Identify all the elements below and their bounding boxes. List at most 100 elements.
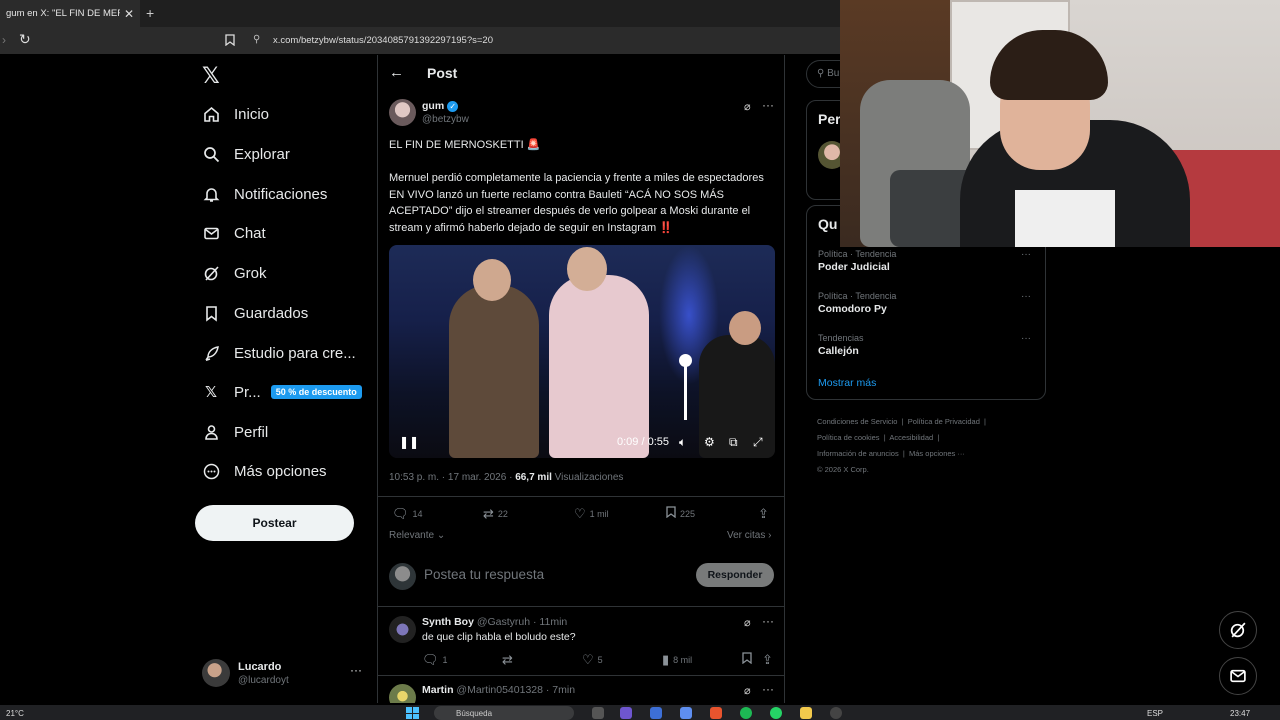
- brave-icon[interactable]: [710, 707, 722, 719]
- more-icon[interactable]: ···: [350, 663, 362, 677]
- sort-replies-dropdown[interactable]: Relevante ⌄: [389, 530, 445, 541]
- trends-title: Qu: [818, 216, 838, 232]
- settings-gear-icon[interactable]: ⚙: [704, 435, 715, 449]
- sidebar-item-mas-opciones[interactable]: Más opciones: [202, 457, 327, 485]
- view-quotes-link[interactable]: Ver citas ›: [727, 530, 771, 541]
- site-info-icon[interactable]: ⚲: [253, 34, 260, 45]
- comment-repost-action[interactable]: ⇄: [502, 652, 517, 668]
- discord-icon[interactable]: [620, 707, 632, 719]
- grok-floating-button[interactable]: [1219, 611, 1257, 649]
- reply-icon: 🗨︎: [392, 506, 409, 521]
- like-action[interactable]: ♡ 1 mil: [574, 506, 609, 522]
- reply-button[interactable]: Responder: [696, 563, 774, 587]
- file-explorer-icon[interactable]: [800, 707, 812, 719]
- more-icon[interactable]: ···: [762, 614, 774, 628]
- bookmark-page-icon[interactable]: [225, 33, 235, 51]
- grok-icon[interactable]: ⌀: [744, 616, 751, 629]
- author-handle[interactable]: @betzybw: [422, 114, 469, 125]
- forward-icon[interactable]: ›: [2, 33, 6, 47]
- url-field[interactable]: x.com/betzybw/status/2034085791392297195…: [273, 35, 493, 46]
- sidebar-item-estudio[interactable]: Estudio para cre...: [202, 339, 356, 367]
- post-button[interactable]: Postear: [195, 505, 354, 541]
- footer-link[interactable]: Política de cookies: [817, 433, 880, 442]
- grok-icon[interactable]: ⌀: [744, 684, 751, 697]
- more-icon[interactable]: ···: [1021, 249, 1031, 260]
- share-icon: ⇪: [758, 506, 769, 521]
- views-count: 8 mil: [673, 655, 693, 665]
- comment-author[interactable]: Synth Boy @Gastyruh · 11min: [422, 616, 567, 628]
- sidebar-item-guardados[interactable]: Guardados: [202, 299, 308, 327]
- reply-action[interactable]: 🗨︎ 14: [392, 506, 423, 522]
- back-arrow-icon[interactable]: ←: [389, 64, 404, 81]
- comment-bookmark-action[interactable]: [742, 652, 756, 667]
- volume-slider[interactable]: [684, 360, 687, 420]
- show-more-link[interactable]: Mostrar más: [818, 377, 876, 389]
- footer-link[interactable]: Accesibilidad: [889, 433, 933, 442]
- app-icon[interactable]: [830, 707, 842, 719]
- more-icon[interactable]: ···: [1021, 291, 1031, 302]
- more-circle-icon: [202, 462, 220, 480]
- main-column: ← Post gum ✓ @betzybw ⌀ ··· EL FIN DE ME…: [377, 55, 785, 703]
- sidebar-item-chat[interactable]: Chat: [202, 219, 266, 247]
- like-count: 1 mil: [589, 509, 609, 519]
- sidebar-item-grok[interactable]: Grok: [202, 259, 267, 287]
- author-avatar[interactable]: [389, 99, 416, 126]
- weather-widget[interactable]: 21°C: [6, 709, 24, 718]
- app-icon[interactable]: [680, 707, 692, 719]
- comment-author[interactable]: Martin @Martin05401328 · 7min: [422, 684, 575, 696]
- x-logo-icon[interactable]: 𝕏: [202, 63, 220, 89]
- new-tab-icon[interactable]: +: [146, 5, 154, 21]
- views-count: 66,7 mil: [515, 472, 552, 483]
- volume-slider-handle[interactable]: [679, 354, 692, 367]
- pip-icon[interactable]: ⧉: [729, 435, 738, 450]
- more-icon[interactable]: ···: [762, 682, 774, 696]
- share-action[interactable]: ⇪: [758, 506, 773, 522]
- windows-start-icon[interactable]: [406, 707, 420, 719]
- sidebar-item-notificaciones[interactable]: Notificaciones: [202, 180, 327, 208]
- sidebar-item-explorar[interactable]: Explorar: [202, 140, 290, 168]
- browser-tab[interactable]: gum en X: "EL FIN DE MERNOSKETTI" ✕: [0, 0, 140, 27]
- comment-avatar[interactable]: [389, 616, 416, 643]
- post-timestamp[interactable]: 10:53 p. m. · 17 mar. 2026 ·: [389, 472, 512, 483]
- sidebar-item-premium[interactable]: 𝕏 Pr... 50 % de descuento: [202, 378, 362, 406]
- sidebar-item-inicio[interactable]: Inicio: [202, 100, 269, 128]
- pause-icon[interactable]: ❚❚: [399, 435, 419, 449]
- reply-input[interactable]: Postea tu respuesta: [424, 567, 544, 582]
- account-switcher[interactable]: Lucardo @lucardoyt ···: [202, 657, 367, 691]
- comment-like-action[interactable]: ♡ 5: [582, 652, 603, 668]
- spotify-icon[interactable]: [740, 707, 752, 719]
- task-view-icon[interactable]: [592, 707, 604, 719]
- video-player[interactable]: ❚❚ 0:09 / 0:55 🔈︎ ⚙ ⧉ ⤢: [389, 245, 775, 458]
- copyright: © 2026 X Corp.: [817, 465, 869, 474]
- volume-icon[interactable]: 🔈︎: [679, 435, 686, 450]
- sidebar-item-perfil[interactable]: Perfil: [202, 418, 268, 446]
- footer-link[interactable]: Más opciones ···: [909, 449, 965, 458]
- bookmark-count: 225: [680, 508, 696, 519]
- footer-link[interactable]: Información de anuncios: [817, 449, 899, 458]
- comment-reply-action[interactable]: 🗨︎ 1: [422, 652, 448, 668]
- footer-link[interactable]: Condiciones de Servicio: [817, 417, 897, 426]
- trend-name[interactable]: Callejón: [818, 345, 859, 357]
- whatsapp-icon[interactable]: [770, 707, 782, 719]
- fullscreen-icon[interactable]: ⤢: [753, 435, 763, 450]
- taskbar-search[interactable]: Búsqueda: [434, 706, 574, 720]
- grok-icon[interactable]: ⌀: [744, 100, 751, 113]
- comment-share-action[interactable]: ⇪: [762, 652, 777, 668]
- close-tab-icon[interactable]: ✕: [124, 7, 134, 21]
- comment-views[interactable]: ▮ 8 mil: [662, 652, 692, 668]
- repost-action[interactable]: ⇄ 22: [483, 506, 508, 522]
- author-name-text: gum: [422, 100, 445, 112]
- clock[interactable]: 23:47: [1230, 709, 1250, 718]
- more-icon[interactable]: ···: [1021, 333, 1031, 344]
- comment-avatar[interactable]: [389, 684, 416, 703]
- reload-icon[interactable]: ↻: [19, 31, 31, 48]
- trend-name[interactable]: Comodoro Py: [818, 303, 887, 315]
- footer-link[interactable]: Política de Privacidad: [908, 417, 980, 426]
- more-icon[interactable]: ···: [762, 98, 774, 112]
- messages-floating-button[interactable]: [1219, 657, 1257, 695]
- bookmark-action[interactable]: 225: [666, 506, 695, 521]
- language-indicator[interactable]: ESP: [1147, 709, 1163, 718]
- app-icon[interactable]: [650, 707, 662, 719]
- trend-name[interactable]: Poder Judicial: [818, 261, 890, 273]
- author-name[interactable]: gum ✓: [422, 100, 459, 112]
